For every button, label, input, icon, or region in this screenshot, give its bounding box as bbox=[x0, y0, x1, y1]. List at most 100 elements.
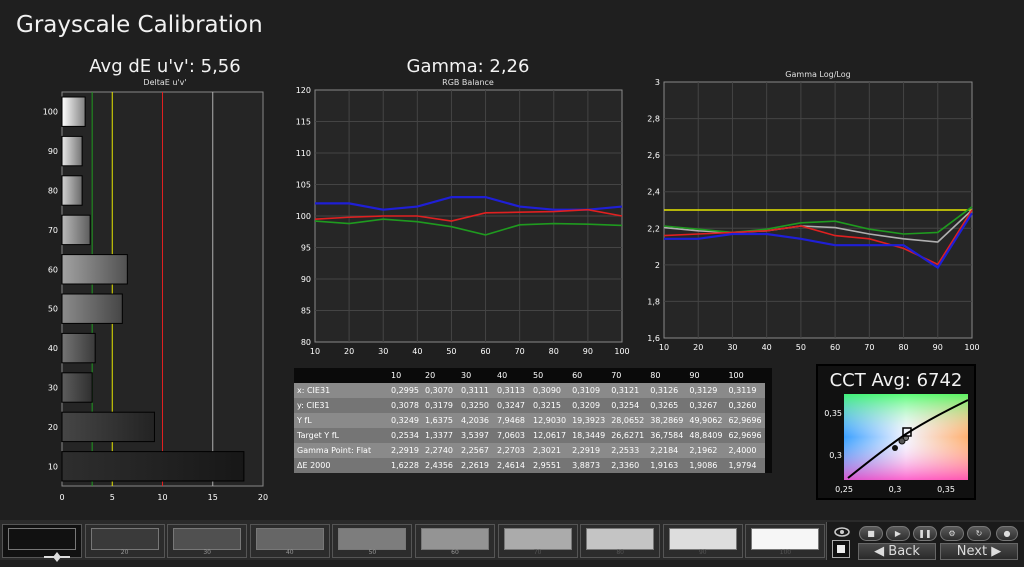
table-cell: 0,3249 bbox=[388, 413, 422, 428]
settings-button[interactable]: ⚙ bbox=[940, 526, 964, 541]
x-tick-label: 10 bbox=[157, 493, 167, 502]
x-tick-label: 70 bbox=[864, 343, 874, 352]
pause-button[interactable]: ❚❚ bbox=[913, 526, 937, 541]
back-arrow-icon: ◀ bbox=[874, 544, 889, 559]
column-header: 40 bbox=[494, 368, 530, 383]
table-row: y: CIE31 0,3078 0,3179 0,3250 0,3247 0,3215 0,… bbox=[294, 398, 765, 413]
table-cell: 2,1962 bbox=[686, 443, 726, 458]
patch-color bbox=[338, 528, 407, 550]
y-tick-label: 120 bbox=[296, 86, 311, 95]
table-cell: 19,3923 bbox=[569, 413, 609, 428]
table-cell: 2,2567 bbox=[458, 443, 494, 458]
table-cell: ΔE 2000 bbox=[294, 458, 388, 473]
patch-swatch[interactable]: 80 bbox=[580, 524, 661, 558]
column-header: 70 bbox=[608, 368, 648, 383]
stop-button[interactable] bbox=[832, 540, 850, 558]
column-header: 30 bbox=[458, 368, 494, 383]
y-tick-label: 85 bbox=[301, 307, 311, 316]
table-cell: 0,3119 bbox=[725, 383, 765, 398]
x-tick-label: 60 bbox=[830, 343, 840, 352]
y-tick-label: 95 bbox=[301, 244, 311, 253]
rgb-balance-chart: 1201151101051009590858010 20 30 40 50 60 70 80 9… bbox=[296, 86, 630, 356]
y-tick-label: 3 bbox=[655, 78, 660, 87]
table-cell: 62,9696 bbox=[725, 428, 765, 443]
y-tick-label: 110 bbox=[296, 149, 311, 158]
patch-swatch[interactable]: 100 bbox=[745, 524, 826, 558]
table-cell: 2,4000 bbox=[725, 443, 765, 458]
table-cell: 3,5397 bbox=[458, 428, 494, 443]
category-label: 60 bbox=[48, 265, 58, 274]
x-tick-label: 100 bbox=[614, 347, 629, 356]
x-tick-label: 20 bbox=[344, 347, 354, 356]
table-cell: 2,2919 bbox=[569, 443, 609, 458]
x-tick-label: 15 bbox=[208, 493, 218, 502]
patch-color bbox=[90, 528, 159, 550]
table-cell: 2,2703 bbox=[494, 443, 530, 458]
cie-y-tick: 0,3 bbox=[829, 451, 842, 460]
table-cell: 1,9163 bbox=[647, 458, 687, 473]
table-cell: 2,4614 bbox=[494, 458, 530, 473]
category-label: 100 bbox=[43, 108, 58, 117]
table-cell: 0,3111 bbox=[458, 383, 494, 398]
table-cell: 12,9030 bbox=[530, 413, 570, 428]
patch-label: 80 bbox=[616, 549, 624, 556]
page-title: Grayscale Calibration bbox=[16, 12, 263, 38]
grid-toggle-icon[interactable] bbox=[40, 548, 74, 562]
table-row: Y fL 0,3249 1,6375 4,2036 7,9468 12,9030 19,39… bbox=[294, 413, 765, 428]
pause-icon: ❚❚ bbox=[918, 529, 932, 538]
table-cell: 2,3360 bbox=[608, 458, 648, 473]
table-cell: 0,3113 bbox=[494, 383, 530, 398]
table-cell: 7,0603 bbox=[494, 428, 530, 443]
x-tick-label: 50 bbox=[446, 347, 456, 356]
table-cell: 0,3265 bbox=[647, 398, 687, 413]
cie-y-tick: 0,35 bbox=[824, 409, 842, 418]
x-tick-label: 80 bbox=[898, 343, 908, 352]
table-cell: 2,4356 bbox=[422, 458, 458, 473]
measurement-table: 10 20 30 40 50 60 70 80 90 100 x: CIE31 0,2995 0,307… bbox=[294, 368, 772, 473]
patch-swatch[interactable]: 40 bbox=[249, 524, 330, 558]
table-row: Target Y fL 0,2534 1,3377 3,5397 7,0603 12,06… bbox=[294, 428, 765, 443]
patch-swatch[interactable]: 60 bbox=[415, 524, 495, 558]
table-cell: 2,2740 bbox=[422, 443, 458, 458]
patch-color bbox=[668, 528, 737, 550]
refresh-button[interactable]: ↻ bbox=[967, 526, 991, 541]
cct-panel: CCT Avg: 6742 0,35 0,3 0,25 0,3 0,35 bbox=[816, 364, 976, 500]
y-tick-label: 2,2 bbox=[647, 224, 660, 233]
table-cell: 0,3209 bbox=[569, 398, 609, 413]
table-cell: 0,3254 bbox=[608, 398, 648, 413]
x-tick-label: 30 bbox=[378, 347, 388, 356]
next-button[interactable]: Next ▶ bbox=[940, 543, 1018, 560]
x-tick-label: 90 bbox=[933, 343, 943, 352]
patch-label: 40 bbox=[285, 549, 294, 556]
table-cell: 0,3090 bbox=[530, 383, 570, 398]
patch-swatch[interactable]: 50 bbox=[332, 524, 413, 558]
table-cell: y: CIE31 bbox=[294, 398, 388, 413]
play-button[interactable]: ▶ bbox=[886, 526, 910, 541]
patch-swatch[interactable]: 30 bbox=[167, 524, 248, 558]
patch-swatch[interactable]: 90 bbox=[662, 524, 743, 558]
menu-button[interactable]: ● bbox=[996, 526, 1018, 541]
patch-color bbox=[751, 528, 820, 550]
bar bbox=[61, 135, 83, 167]
table-row: x: CIE31 0,2995 0,3070 0,3111 0,3113 0,3090 0,… bbox=[294, 383, 765, 398]
table-cell: 26,6271 bbox=[608, 428, 648, 443]
eye-icon[interactable] bbox=[832, 524, 852, 538]
y-tick-label: 1,6 bbox=[647, 334, 660, 343]
patch-swatch[interactable]: 70 bbox=[497, 524, 578, 558]
x-tick-label: 30 bbox=[727, 343, 737, 352]
table-cell: 4,2036 bbox=[458, 413, 494, 428]
gamma-log-chart: 3 2,8 2,6 2,4 2,2 2 1,8 1,610 20 30 40 50 60 70 80 90 10… bbox=[647, 78, 979, 352]
record-icon: ■ bbox=[867, 529, 875, 538]
table-cell: 62,9696 bbox=[725, 413, 765, 428]
patch-label: 100 bbox=[779, 549, 792, 556]
y-tick-label: 2,4 bbox=[647, 188, 660, 197]
table-cell: 2,2619 bbox=[458, 458, 494, 473]
table-cell: 0,3267 bbox=[686, 398, 726, 413]
x-tick-label: 10 bbox=[659, 343, 669, 352]
table-cell: 3,8873 bbox=[569, 458, 609, 473]
play-icon: ▶ bbox=[894, 529, 902, 538]
back-label: Back bbox=[888, 544, 920, 559]
back-button[interactable]: ◀ Back bbox=[858, 543, 936, 560]
patch-swatch[interactable]: 20 bbox=[84, 524, 165, 558]
record-button[interactable]: ■ bbox=[859, 526, 883, 541]
